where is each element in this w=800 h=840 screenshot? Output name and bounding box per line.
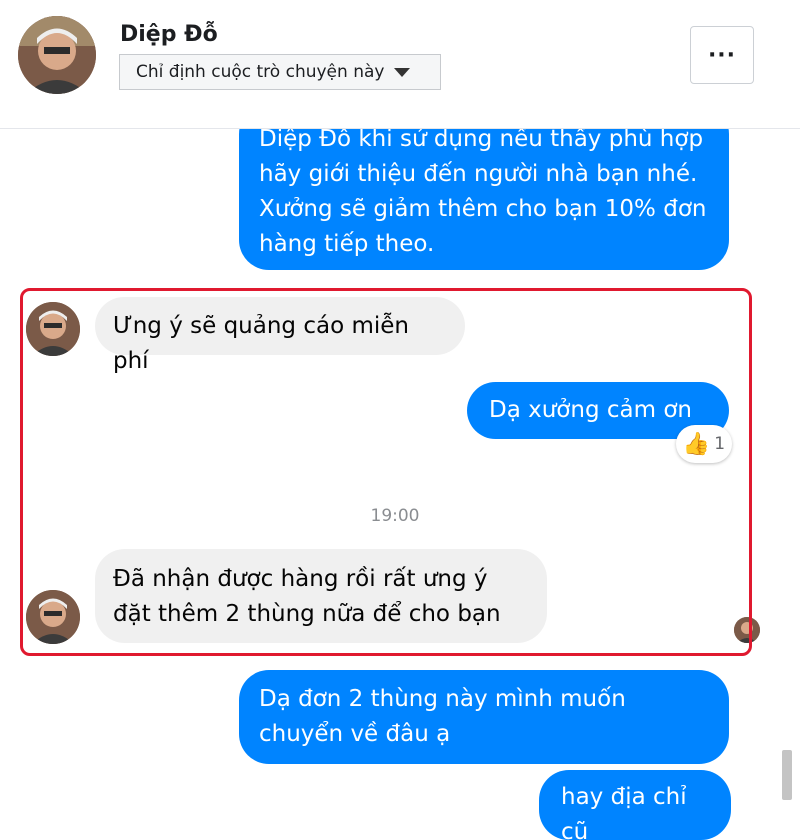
assign-conversation-label: Chỉ định cuộc trò chuyện này — [136, 62, 385, 82]
ellipsis-icon: ··· — [707, 42, 737, 68]
message-reaction[interactable]: 👍 1 — [676, 425, 732, 463]
message-incoming[interactable]: Đã nhận được hàng rồi rất ưng ý đặt thêm… — [95, 549, 547, 643]
message-outgoing[interactable]: Dạ đơn 2 thùng này mình muốn chuyển về đ… — [239, 670, 729, 764]
contact-avatar[interactable] — [18, 16, 96, 94]
message-timestamp: 19:00 — [370, 506, 420, 526]
thumbs-up-icon: 👍 — [682, 431, 711, 457]
caret-down-icon — [394, 67, 411, 77]
more-options-button[interactable]: ··· — [690, 26, 754, 84]
seen-avatar — [734, 617, 760, 643]
contact-avatar[interactable] — [26, 590, 80, 644]
message-outgoing[interactable]: hay địa chỉ cũ — [539, 770, 731, 840]
assign-conversation-dropdown[interactable]: Chỉ định cuộc trò chuyện này — [119, 54, 441, 90]
contact-name: Diệp Đỗ — [120, 22, 218, 47]
message-incoming[interactable]: Ưng ý sẽ quảng cáo miễn phí — [95, 297, 465, 374]
conversation-header: Diệp Đỗ Chỉ định cuộc trò chuyện này ··· — [0, 0, 800, 129]
scrollbar[interactable] — [782, 750, 792, 800]
reaction-count: 1 — [714, 434, 726, 454]
contact-avatar[interactable] — [26, 302, 80, 356]
